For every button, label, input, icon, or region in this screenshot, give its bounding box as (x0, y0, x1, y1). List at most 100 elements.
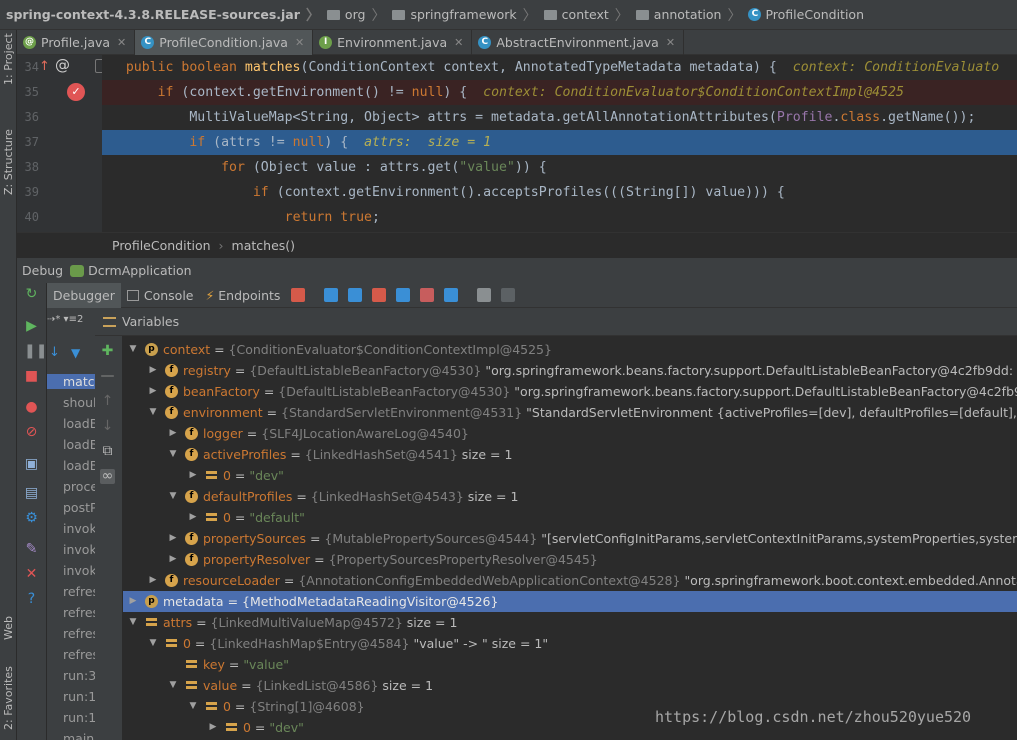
stack-frame[interactable]: shoul (63, 395, 95, 410)
crumb-method[interactable]: matches() (232, 238, 296, 253)
breadcrumb-item[interactable]: spring-context-4.3.8.RELEASE-sources.jar… (6, 5, 327, 25)
web-tool-tab[interactable]: Web (2, 616, 15, 640)
stack-frame[interactable]: refres (63, 605, 95, 620)
expand-right-icon[interactable]: ▶ (188, 465, 198, 486)
variable-row[interactable]: ▶ f logger = {SLF4JLocationAwareLog@4540} (123, 423, 1017, 444)
close-icon[interactable]: ✕ (24, 567, 39, 582)
stack-frame[interactable]: invok (63, 542, 95, 557)
stack-frame[interactable]: run:3 (63, 668, 95, 683)
variable-row[interactable]: ▼ attrs = {LinkedMultiValueMap@4572} size… (123, 612, 1017, 633)
code-editor[interactable]: public boolean matches(ConditionContext … (102, 55, 1017, 232)
expand-right-icon[interactable]: ▶ (148, 381, 158, 402)
structure-tool-tab[interactable]: Z: Structure (2, 129, 15, 195)
debug-config-name[interactable]: DcrmApplication (88, 263, 191, 278)
rerun-icon[interactable]: ↻ (24, 287, 39, 302)
stack-frame[interactable]: proce (63, 479, 95, 494)
remove-watch-icon[interactable]: — (100, 369, 115, 384)
expand-right-icon[interactable]: ▶ (208, 717, 218, 738)
expand-down-icon[interactable]: ▼ (148, 633, 158, 654)
breakpoint-icon[interactable]: ✓ (67, 83, 85, 101)
pause-icon[interactable]: ❚❚ (24, 344, 47, 359)
expand-right-icon[interactable]: ▶ (168, 549, 178, 570)
stack-frame[interactable]: refres (63, 626, 95, 641)
stack-frame[interactable]: invok (63, 563, 95, 578)
stack-frame[interactable]: refres (63, 584, 95, 599)
stack-frame[interactable]: loadB (63, 416, 95, 431)
close-icon[interactable]: ✕ (295, 36, 304, 49)
stack-frame[interactable]: refres (63, 647, 95, 662)
stack-frame[interactable]: loadB (63, 458, 95, 473)
evaluate-expression-icon[interactable] (477, 288, 492, 302)
force-step-into-icon[interactable] (372, 288, 387, 302)
show-watches-icon[interactable]: ∞ (100, 469, 115, 484)
project-tool-tab[interactable]: 1: Project (2, 33, 15, 85)
expand-right-icon[interactable]: ▶ (128, 591, 138, 612)
step-out-icon[interactable] (396, 288, 411, 302)
variable-row[interactable]: ▶ f resourceLoader = {AnnotationConfigEmbe… (123, 570, 1017, 591)
close-icon[interactable]: ✕ (666, 36, 675, 49)
mute-breakpoints-icon[interactable]: ⊘ (24, 425, 39, 440)
stack-frame[interactable]: invok (63, 521, 95, 536)
variable-row[interactable]: ▼ value = {LinkedList@4586} size = 1 (123, 675, 1017, 696)
pin-icon[interactable]: ✎ (24, 542, 39, 557)
variable-row[interactable]: ▶ f registry = {DefaultListableBeanFactory… (123, 360, 1017, 381)
breadcrumb-item[interactable]: annotation 〉 (635, 5, 749, 25)
variable-row[interactable]: ▼ 0 = {LinkedHashMap$Entry@4584} "value" … (123, 633, 1017, 654)
close-icon[interactable]: ✕ (454, 36, 463, 49)
breadcrumb-item[interactable]: context 〉 (543, 5, 636, 25)
restore-layout-icon[interactable]: ▤ (24, 486, 39, 501)
tab-abstractenvironment-java[interactable]: C AbstractEnvironment.java ✕ (472, 30, 685, 55)
variable-row[interactable]: ▶ f beanFactory = {DefaultListableBeanFact… (123, 381, 1017, 402)
breadcrumb-item[interactable]: C ProfileCondition (748, 7, 864, 22)
variable-row[interactable]: ▶ f propertyResolver = {PropertySourcesPro… (123, 549, 1017, 570)
variable-row[interactable]: ▼ f defaultProfiles = {LinkedHashSet@4543}… (123, 486, 1017, 507)
tab-profilecondition-java[interactable]: C ProfileCondition.java ✕ (135, 30, 314, 55)
stack-frame[interactable]: match (47, 374, 95, 389)
stack-frame[interactable]: main: (63, 731, 95, 740)
resume-icon[interactable]: ▶ (24, 319, 39, 334)
expand-right-icon[interactable]: ▶ (148, 570, 158, 591)
expand-down-icon[interactable]: ▼ (128, 339, 138, 360)
tab-profile-java[interactable]: @ Profile.java ✕ (17, 30, 136, 55)
stop-icon[interactable]: ■ (24, 369, 39, 384)
tab-environment-java[interactable]: I Environment.java ✕ (313, 30, 473, 55)
variable-row[interactable]: ▼ f environment = {StandardServletEnvironm… (123, 402, 1017, 423)
favorites-tool-tab[interactable]: 2: Favorites (2, 666, 15, 730)
drop-frame-icon[interactable] (420, 288, 435, 302)
show-execution-point-icon[interactable] (291, 288, 306, 302)
help-icon[interactable]: ? (24, 592, 39, 607)
expand-down-icon[interactable]: ▼ (168, 486, 178, 507)
run-to-cursor-icon[interactable] (444, 288, 459, 302)
tab-endpoints[interactable]: ⚡ Endpoints (200, 283, 287, 308)
settings-gear-icon[interactable]: ⚙ (24, 511, 39, 526)
expand-down-icon[interactable]: ▼ (168, 675, 178, 696)
camera-icon[interactable]: ▣ (24, 457, 39, 472)
breadcrumb-item[interactable]: org 〉 (326, 5, 393, 25)
view-breakpoints-icon[interactable]: ● (24, 400, 39, 415)
move-down-icon[interactable]: ↓ (100, 419, 115, 434)
expand-right-icon[interactable]: ▶ (188, 507, 198, 528)
tab-console[interactable]: Console (121, 283, 200, 308)
step-over-icon[interactable] (324, 288, 339, 302)
expand-down-icon[interactable]: ▼ (148, 402, 158, 423)
frames-toolbar[interactable]: ⇢* ▾≡2 (47, 314, 83, 325)
breadcrumb-item[interactable]: springframework 〉 (392, 5, 543, 25)
override-icon[interactable]: ↑ (39, 59, 53, 74)
trace-icon[interactable] (501, 288, 516, 302)
variable-row[interactable]: ▶ f propertySources = {MutablePropertySour… (123, 528, 1017, 549)
expand-right-icon[interactable]: ▶ (168, 423, 178, 444)
copy-icon[interactable]: ⧉ (100, 444, 115, 459)
expand-right-icon[interactable]: ▶ (168, 528, 178, 549)
crumb-class[interactable]: ProfileCondition (112, 238, 211, 253)
frames-down-icon[interactable]: ↓ (49, 345, 60, 360)
variable-row[interactable]: key = "value" (123, 654, 1017, 675)
new-watch-icon[interactable]: ✚ (100, 344, 115, 359)
expand-down-icon[interactable]: ▼ (188, 696, 198, 717)
tab-debugger[interactable]: Debugger (47, 282, 121, 308)
close-icon[interactable]: ✕ (117, 36, 126, 49)
expand-right-icon[interactable]: ▶ (148, 360, 158, 381)
filter-icon[interactable]: ▼ (71, 346, 80, 360)
step-into-icon[interactable] (348, 288, 363, 302)
expand-down-icon[interactable]: ▼ (168, 444, 178, 465)
stack-frame[interactable]: run:1 (63, 689, 95, 704)
